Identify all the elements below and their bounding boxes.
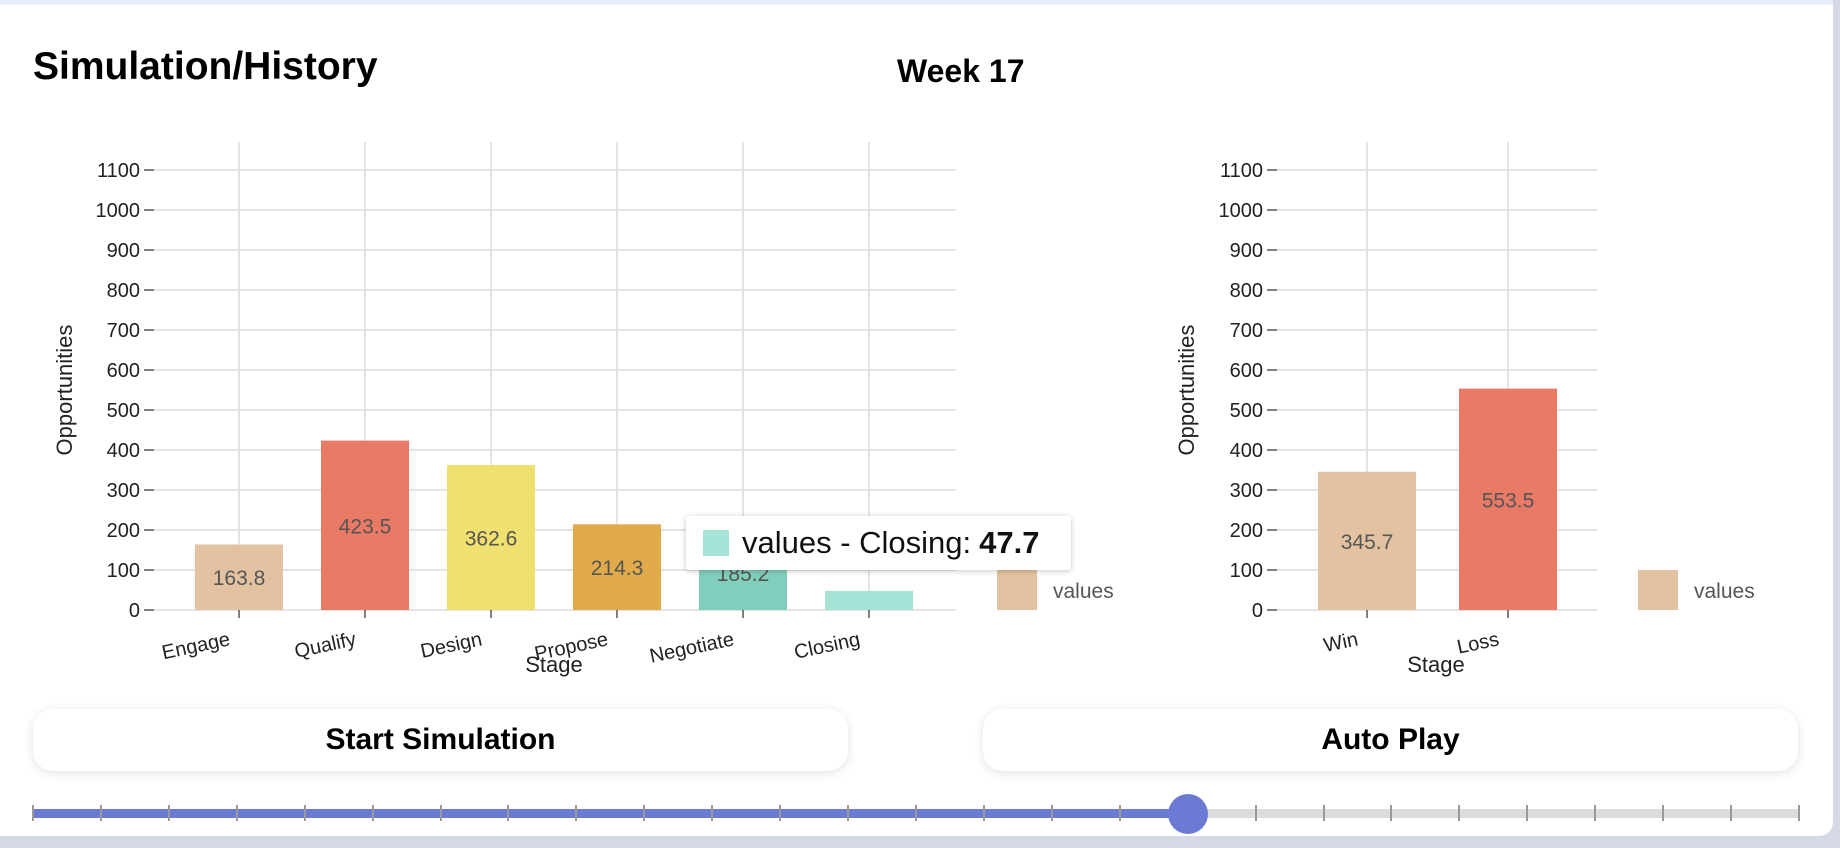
- y-tick-label: 1000: [1219, 200, 1264, 222]
- week-slider[interactable]: [32, 789, 1800, 839]
- y-tick-label: 600: [1230, 360, 1263, 382]
- y-axis-title: Opportunities: [1174, 325, 1199, 456]
- tooltip-text: values - Closing:: [742, 525, 972, 560]
- slider-tick: [1050, 805, 1053, 821]
- slider-tick: [1526, 805, 1529, 821]
- slider-fill: [33, 809, 1188, 818]
- y-tick-label: 300: [1230, 480, 1263, 502]
- slider-tick: [779, 805, 782, 821]
- slider-tick: [1390, 805, 1393, 821]
- slider-tick: [1730, 805, 1733, 821]
- outcome-chart: 0 100 200 300 400 500 600 700 800 900 1000 1100 345.…: [1174, 142, 1755, 677]
- slider-tick: [1662, 805, 1665, 821]
- slider-tick: [167, 805, 170, 821]
- slider-tick: [982, 805, 985, 821]
- slider-tick: [507, 805, 510, 821]
- x-tick-label: Win: [1322, 628, 1360, 657]
- bar-value-label: 553.5: [1482, 489, 1535, 512]
- slider-tick: [439, 805, 442, 821]
- tooltip-swatch: [703, 530, 729, 556]
- simulation-card: Simulation/History Week 17 0 100 200 300 400…: [0, 0, 1833, 836]
- slider-tick: [303, 805, 306, 821]
- slider-tick: [847, 805, 850, 821]
- slider-tick: [235, 805, 238, 821]
- y-tick-label: 900: [1230, 240, 1263, 262]
- slider-tick: [1322, 805, 1325, 821]
- slider-tick: [99, 805, 102, 821]
- slider-tick: [643, 805, 646, 821]
- tooltip-value: 47.7: [979, 525, 1040, 560]
- start-simulation-button[interactable]: Start Simulation: [33, 709, 848, 771]
- legend-swatch: [1638, 570, 1678, 610]
- slider-tick: [1798, 805, 1800, 821]
- y-tick-label: 200: [1230, 520, 1263, 542]
- y-tick-label: 100: [1230, 560, 1263, 582]
- y-tick-label: 400: [1230, 440, 1263, 462]
- y-tick-label: 0: [1252, 600, 1263, 622]
- slider-thumb[interactable]: [1167, 794, 1208, 834]
- slider-tick: [1118, 805, 1121, 821]
- legend-label: values: [1694, 580, 1755, 603]
- x-axis-title: Stage: [1407, 652, 1465, 677]
- y-tick-label: 1100: [1220, 160, 1263, 182]
- chart-tooltip: values - Closing: 47.7: [686, 516, 1071, 570]
- slider-tick: [915, 805, 917, 821]
- auto-play-button[interactable]: Auto Play: [983, 709, 1798, 771]
- slider-tick: [1594, 805, 1597, 821]
- slider-tick: [1458, 805, 1461, 821]
- slider-tick: [371, 805, 374, 821]
- slider-tick: [1254, 805, 1257, 821]
- y-tick-label: 500: [1230, 400, 1263, 422]
- slider-tick: [32, 805, 34, 821]
- bar-value-label: 345.7: [1341, 531, 1394, 554]
- y-tick-label: 800: [1230, 280, 1263, 302]
- slider-tick: [575, 805, 578, 821]
- slider-tick: [711, 805, 714, 821]
- y-tick-label: 700: [1230, 320, 1263, 342]
